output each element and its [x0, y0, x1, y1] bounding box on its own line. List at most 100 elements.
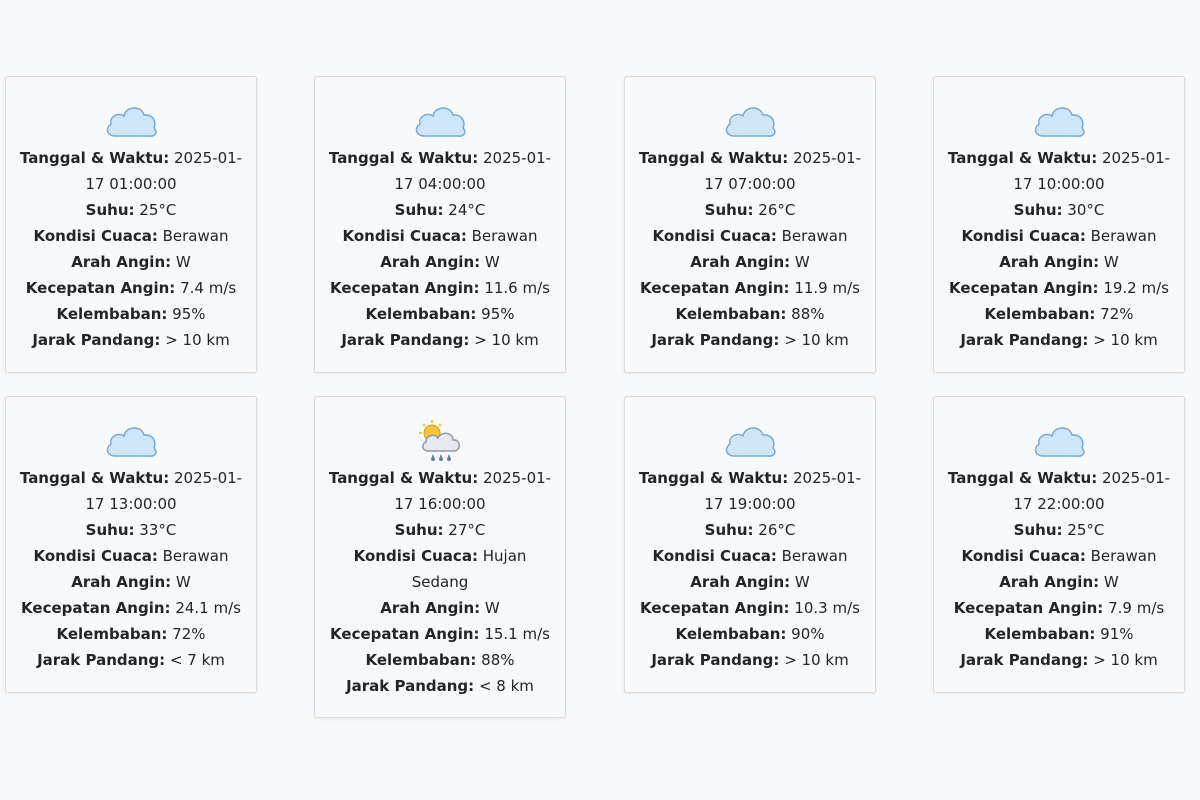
forecast-card: Tanggal & Waktu: 2025-01-17 22:00:00 Suhu…	[933, 396, 1185, 693]
forecast-card: Tanggal & Waktu: 2025-01-17 10:00:00 Suhu…	[933, 76, 1185, 373]
cloudy-icon	[16, 421, 246, 461]
field-label: Tanggal & Waktu:	[328, 469, 479, 487]
condition-row: Kondisi Cuaca: Berawan	[944, 543, 1174, 569]
wind-speed-row: Kecepatan Angin: 19.2 m/s	[944, 275, 1174, 301]
field-label: Kelembaban:	[984, 625, 1096, 643]
wind-speed-row: Kecepatan Angin: 24.1 m/s	[16, 595, 246, 621]
field-label: Kondisi Cuaca:	[342, 227, 467, 245]
wind-speed-row: Kecepatan Angin: 15.1 m/s	[325, 621, 555, 647]
field-label: Suhu:	[394, 201, 444, 219]
humidity-row: Kelembaban: 90%	[635, 621, 865, 647]
field-value: 26°C	[758, 521, 796, 539]
condition-row: Kondisi Cuaca: Berawan	[635, 223, 865, 249]
field-label: Kondisi Cuaca:	[652, 547, 777, 565]
field-value: 7.4 m/s	[180, 279, 237, 297]
field-label: Suhu:	[394, 521, 444, 539]
field-label: Kecepatan Angin:	[953, 599, 1104, 617]
field-label: Kelembaban:	[56, 625, 168, 643]
field-label: Tanggal & Waktu:	[947, 149, 1098, 167]
field-value: 95%	[172, 305, 206, 323]
field-label: Suhu:	[85, 521, 135, 539]
field-label: Kecepatan Angin:	[330, 279, 480, 297]
field-value: 91%	[1100, 625, 1134, 643]
field-value: 19.2 m/s	[1103, 279, 1169, 297]
field-label: Kondisi Cuaca:	[33, 547, 158, 565]
temperature-row: Suhu: 24°C	[325, 197, 555, 223]
field-label: Tanggal & Waktu:	[19, 149, 170, 167]
cloudy-icon	[635, 101, 865, 141]
humidity-row: Kelembaban: 95%	[325, 301, 555, 327]
field-value: 88%	[791, 305, 825, 323]
condition-row: Kondisi Cuaca: Berawan	[635, 543, 865, 569]
field-label: Kelembaban:	[56, 305, 168, 323]
datetime-row: Tanggal & Waktu: 2025-01-17 19:00:00	[635, 465, 865, 517]
wind-speed-row: Kecepatan Angin: 11.6 m/s	[325, 275, 555, 301]
field-value: Berawan	[1090, 227, 1157, 245]
field-value: Berawan	[781, 547, 848, 565]
field-label: Arah Angin:	[71, 253, 172, 271]
field-label: Suhu:	[1013, 201, 1063, 219]
field-value: > 10 km	[784, 651, 849, 669]
field-label: Kelembaban:	[365, 305, 477, 323]
field-label: Arah Angin:	[380, 253, 481, 271]
field-label: Arah Angin:	[690, 253, 791, 271]
field-value: > 10 km	[784, 331, 849, 349]
forecast-card: Tanggal & Waktu: 2025-01-17 07:00:00 Suhu…	[624, 76, 876, 373]
field-label: Kecepatan Angin:	[21, 599, 171, 617]
condition-row: Kondisi Cuaca: Berawan	[325, 223, 555, 249]
field-value: Berawan	[471, 227, 538, 245]
datetime-row: Tanggal & Waktu: 2025-01-17 01:00:00	[16, 145, 246, 197]
datetime-row: Tanggal & Waktu: 2025-01-17 07:00:00	[635, 145, 865, 197]
field-value: 11.9 m/s	[794, 279, 860, 297]
visibility-row: Jarak Pandang: > 10 km	[16, 327, 246, 353]
condition-row: Kondisi Cuaca: Hujan Sedang	[325, 543, 555, 595]
visibility-row: Jarak Pandang: < 8 km	[325, 673, 555, 699]
temperature-row: Suhu: 30°C	[944, 197, 1174, 223]
rain-sun-icon	[325, 420, 555, 461]
cloudy-icon	[16, 101, 246, 141]
field-value: 27°C	[448, 521, 486, 539]
humidity-row: Kelembaban: 72%	[16, 621, 246, 647]
field-label: Kelembaban:	[984, 305, 1096, 323]
temperature-row: Suhu: 25°C	[944, 517, 1174, 543]
field-value: W	[794, 573, 810, 591]
field-label: Kelembaban:	[365, 651, 477, 669]
wind-speed-row: Kecepatan Angin: 7.4 m/s	[16, 275, 246, 301]
field-value: 95%	[481, 305, 515, 323]
field-label: Arah Angin:	[690, 573, 791, 591]
field-label: Arah Angin:	[999, 253, 1100, 271]
field-value: > 10 km	[165, 331, 230, 349]
field-label: Tanggal & Waktu:	[19, 469, 170, 487]
field-label: Arah Angin:	[380, 599, 481, 617]
field-label: Kondisi Cuaca:	[353, 547, 478, 565]
field-value: 25°C	[139, 201, 177, 219]
field-value: W	[1103, 253, 1119, 271]
field-label: Jarak Pandang:	[651, 651, 780, 669]
wind-speed-row: Kecepatan Angin: 10.3 m/s	[635, 595, 865, 621]
visibility-row: Jarak Pandang: > 10 km	[635, 647, 865, 673]
wind-speed-row: Kecepatan Angin: 11.9 m/s	[635, 275, 865, 301]
field-label: Jarak Pandang:	[341, 331, 470, 349]
forecast-card: Tanggal & Waktu: 2025-01-17 01:00:00 Suhu…	[5, 76, 257, 373]
field-value: 24°C	[448, 201, 486, 219]
field-value: 26°C	[758, 201, 796, 219]
field-label: Jarak Pandang:	[32, 331, 161, 349]
datetime-row: Tanggal & Waktu: 2025-01-17 22:00:00	[944, 465, 1174, 517]
field-value: < 7 km	[169, 651, 225, 669]
condition-row: Kondisi Cuaca: Berawan	[944, 223, 1174, 249]
field-value: 10.3 m/s	[794, 599, 860, 617]
wind-direction-row: Arah Angin: W	[325, 249, 555, 275]
datetime-row: Tanggal & Waktu: 2025-01-17 16:00:00	[325, 465, 555, 517]
field-label: Tanggal & Waktu:	[638, 149, 789, 167]
field-value: 72%	[1100, 305, 1134, 323]
temperature-row: Suhu: 26°C	[635, 197, 865, 223]
forecast-card: Tanggal & Waktu: 2025-01-17 13:00:00 Suhu…	[5, 396, 257, 693]
field-value: Berawan	[1090, 547, 1157, 565]
field-value: Berawan	[162, 227, 229, 245]
field-label: Kecepatan Angin:	[949, 279, 1099, 297]
field-value: 33°C	[139, 521, 177, 539]
field-value: < 8 km	[478, 677, 534, 695]
wind-direction-row: Arah Angin: W	[635, 569, 865, 595]
field-value: 24.1 m/s	[175, 599, 241, 617]
field-value: > 10 km	[1093, 651, 1158, 669]
